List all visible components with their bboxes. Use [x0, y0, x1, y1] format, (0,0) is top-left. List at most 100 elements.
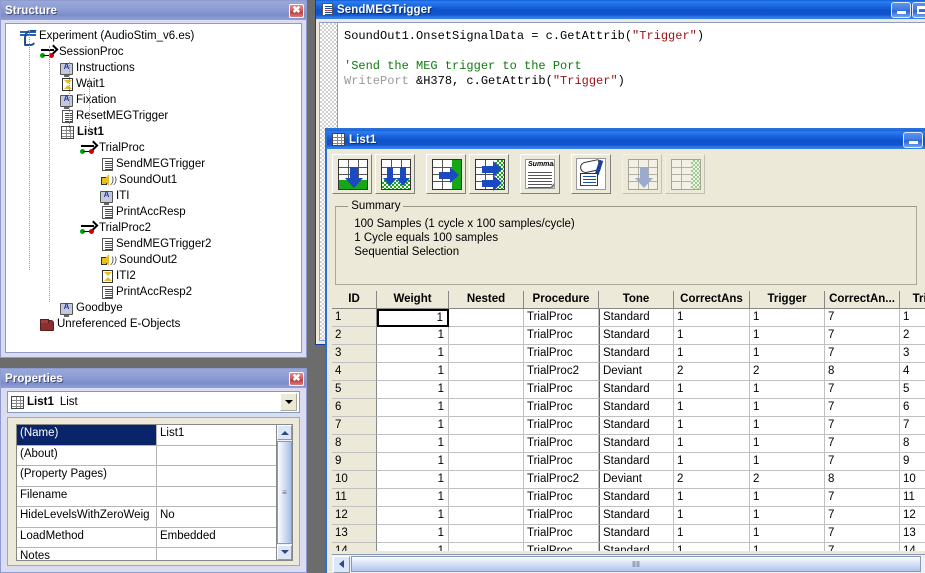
grid-row-id[interactable]: 13: [332, 525, 377, 543]
grid-cell[interactable]: 7: [825, 399, 900, 417]
grid-cell[interactable]: TrialProc: [524, 381, 599, 399]
scrollbar-thumb[interactable]: ≡: [277, 441, 292, 543]
grid-cell[interactable]: 1: [674, 327, 750, 345]
close-icon[interactable]: ✖: [289, 4, 304, 18]
grid-cell[interactable]: TrialProc: [524, 417, 599, 435]
property-value[interactable]: No: [157, 507, 276, 527]
property-value[interactable]: [157, 548, 276, 561]
grid-column-header[interactable]: Nested: [449, 291, 524, 309]
grid-column-header[interactable]: Weight: [377, 291, 449, 309]
grid-column-header[interactable]: Tone: [599, 291, 674, 309]
grid-column-header[interactable]: Trial: [900, 291, 925, 309]
grid-row-id[interactable]: 4: [332, 363, 377, 381]
grid-cell[interactable]: TrialProc: [524, 345, 599, 363]
grid-cell[interactable]: Standard: [599, 417, 674, 435]
grid-cell[interactable]: TrialProc: [524, 489, 599, 507]
grid-cell[interactable]: [449, 399, 524, 417]
grid-cell[interactable]: 1: [377, 327, 449, 345]
grid-cell[interactable]: Standard: [599, 327, 674, 345]
property-row[interactable]: LoadMethodEmbedded: [17, 528, 276, 549]
property-value[interactable]: [157, 446, 276, 466]
property-row[interactable]: Filename: [17, 487, 276, 508]
grid-row-id[interactable]: 2: [332, 327, 377, 345]
grid-column-header[interactable]: ID: [332, 291, 377, 309]
levels-grid-body[interactable]: 11TrialProcStandard117121TrialProcStanda…: [332, 309, 925, 551]
grid-cell[interactable]: 5: [900, 381, 925, 399]
grid-cell[interactable]: 1: [750, 435, 825, 453]
grid-cell[interactable]: [449, 543, 524, 551]
structure-tree-container[interactable]: Experiment (AudioStim_v6.es)SessionProcI…: [5, 23, 302, 353]
grid-cell[interactable]: 6: [900, 399, 925, 417]
grid-row-id[interactable]: 6: [332, 399, 377, 417]
tree-item-soundout2[interactable]: ))SoundOut2: [6, 252, 301, 268]
grid-row[interactable]: 81TrialProcStandard1178: [332, 435, 925, 453]
grid-cell[interactable]: 2: [900, 327, 925, 345]
grid-row[interactable]: 111TrialProcStandard11711: [332, 489, 925, 507]
grid-cell[interactable]: 7: [900, 417, 925, 435]
grid-cell[interactable]: [449, 363, 524, 381]
grid-cell[interactable]: 7: [825, 417, 900, 435]
grid-cell[interactable]: Standard: [599, 381, 674, 399]
grid-cell[interactable]: 1: [377, 471, 449, 489]
grid-column-header[interactable]: Procedure: [524, 291, 599, 309]
grid-cell[interactable]: 1: [674, 507, 750, 525]
grid-cell[interactable]: 1: [750, 507, 825, 525]
grid-cell[interactable]: 1: [750, 327, 825, 345]
grid-cell[interactable]: [449, 507, 524, 525]
grid-cell[interactable]: TrialProc: [524, 543, 599, 551]
grid-row-id[interactable]: 1: [332, 309, 377, 327]
grid-cell[interactable]: 1: [750, 525, 825, 543]
tree-item-printaccresp2[interactable]: PrintAccResp2: [6, 284, 301, 300]
grid-cell[interactable]: 4: [900, 363, 925, 381]
grid-row-id[interactable]: 8: [332, 435, 377, 453]
grid-cell[interactable]: 3: [900, 345, 925, 363]
tree-item-iti2[interactable]: ITI2: [6, 268, 301, 284]
grid-cell[interactable]: TrialProc: [524, 309, 599, 327]
grid-cell[interactable]: [449, 327, 524, 345]
grid-row[interactable]: 101TrialProc2Deviant22810: [332, 471, 925, 489]
property-row[interactable]: (Name)List1: [17, 425, 276, 446]
grid-cell[interactable]: [449, 489, 524, 507]
add-attribute-icon[interactable]: [426, 154, 466, 194]
grid-cell[interactable]: 1: [750, 543, 825, 551]
grid-row-id[interactable]: 10: [332, 471, 377, 489]
tree-item-sendmegtrigger[interactable]: SendMEGTrigger: [6, 156, 301, 172]
grid-cell[interactable]: 1: [674, 525, 750, 543]
grid-cell[interactable]: 1: [377, 417, 449, 435]
levels-grid-hscrollbar[interactable]: ‖‖: [332, 554, 925, 573]
grid-cell[interactable]: 1: [377, 399, 449, 417]
grid-cell[interactable]: 7: [825, 507, 900, 525]
grid-cell[interactable]: 7: [825, 309, 900, 327]
grid-row[interactable]: 41TrialProc2Deviant2284: [332, 363, 925, 381]
grid-cell[interactable]: 1: [750, 453, 825, 471]
grid-cell[interactable]: 1: [377, 309, 449, 327]
grid-cell[interactable]: 7: [825, 381, 900, 399]
code-text[interactable]: SoundOut1.OnsetSignalData = c.GetAttrib(…: [344, 29, 925, 89]
grid-cell[interactable]: [449, 345, 524, 363]
grid-cell[interactable]: 1: [900, 309, 925, 327]
grid-cell[interactable]: 1: [674, 345, 750, 363]
grid-cell[interactable]: 1: [377, 345, 449, 363]
grid-cell[interactable]: TrialProc: [524, 453, 599, 471]
grid-cell[interactable]: [449, 435, 524, 453]
grid-cell[interactable]: TrialProc2: [524, 363, 599, 381]
grid-cell[interactable]: 14: [900, 543, 925, 551]
grid-cell[interactable]: 1: [674, 417, 750, 435]
grid-cell[interactable]: TrialProc: [524, 399, 599, 417]
grid-cell[interactable]: TrialProc: [524, 435, 599, 453]
grid-cell[interactable]: TrialProc: [524, 327, 599, 345]
scroll-up-icon[interactable]: [277, 425, 292, 440]
grid-row[interactable]: 91TrialProcStandard1179: [332, 453, 925, 471]
grid-cell[interactable]: Deviant: [599, 363, 674, 381]
add-multiple-levels-icon[interactable]: [375, 154, 415, 194]
grid-cell[interactable]: 1: [377, 525, 449, 543]
grid-cell[interactable]: [449, 309, 524, 327]
chevron-down-icon[interactable]: [280, 393, 297, 411]
grid-cell[interactable]: Standard: [599, 489, 674, 507]
properties-object-selector[interactable]: List1 List: [7, 391, 300, 413]
grid-cell[interactable]: [449, 381, 524, 399]
grid-cell[interactable]: 1: [674, 381, 750, 399]
grid-cell[interactable]: 11: [900, 489, 925, 507]
minimize-button[interactable]: [903, 132, 923, 148]
tree-item-trialproc[interactable]: TrialProc: [6, 140, 301, 156]
